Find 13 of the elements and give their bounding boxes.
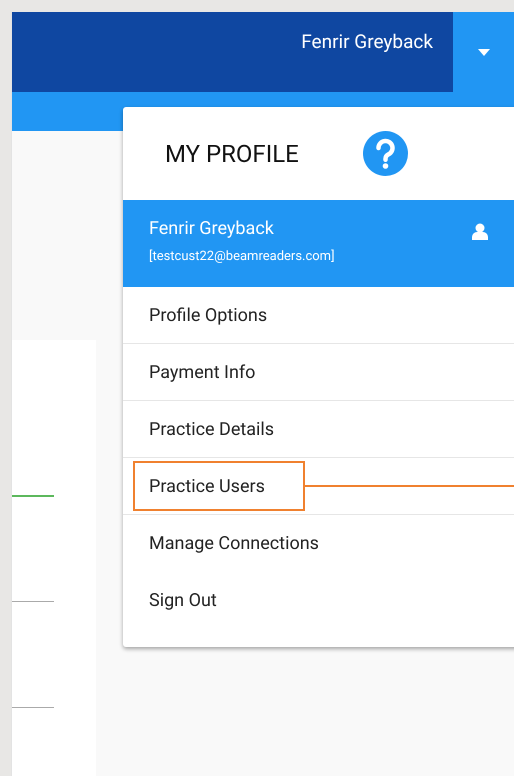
- menu-title: MY PROFILE: [165, 138, 300, 170]
- menu-item[interactable]: Practice Users: [133, 461, 305, 511]
- menu-item[interactable]: Payment Info: [133, 347, 305, 397]
- user-email: [testcust22@beamreaders.com]: [149, 248, 336, 266]
- menu-item[interactable]: Profile Options: [133, 290, 305, 340]
- help-icon[interactable]: [363, 131, 408, 176]
- caret-icon: [478, 48, 490, 56]
- menu-item[interactable]: Practice Details: [133, 404, 305, 454]
- menu-item[interactable]: Manage Connections: [133, 518, 331, 568]
- user-icon: [472, 223, 488, 240]
- user-name: Fenrir Greyback: [301, 29, 433, 55]
- menu-item[interactable]: Sign Out: [133, 576, 305, 626]
- user-name: Fenrir Greyback: [149, 217, 275, 241]
